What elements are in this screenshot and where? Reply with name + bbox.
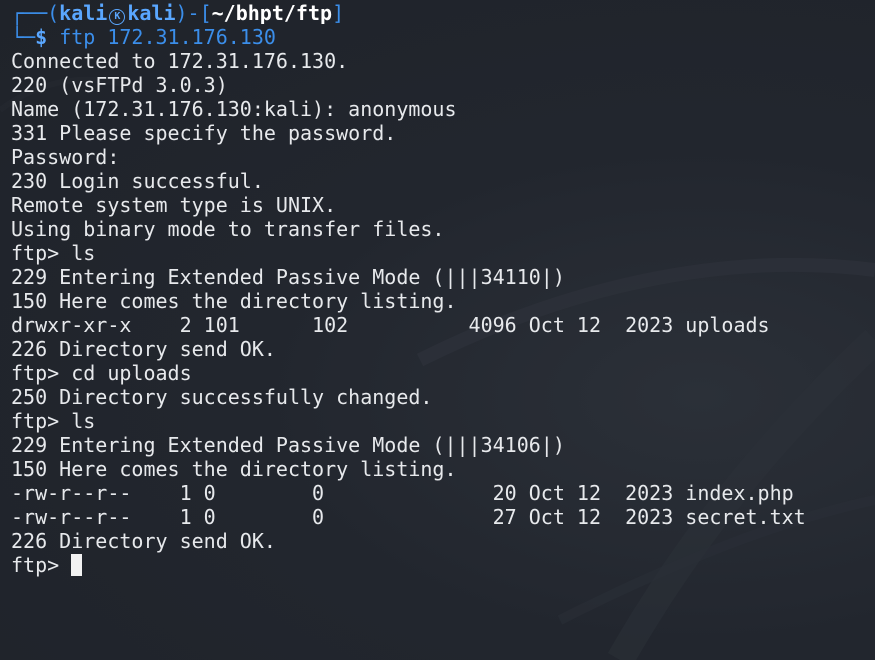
output-line: 229 Entering Extended Passive Mode (|||3…: [11, 265, 565, 289]
output-line: Name (172.31.176.130:kali): anonymous: [11, 97, 457, 121]
output-line: 229 Entering Extended Passive Mode (|||3…: [11, 433, 565, 457]
kali-dragon-icon: K: [109, 9, 126, 25]
prompt-box-bottom: └─: [11, 25, 36, 49]
current-prompt: ftp>: [11, 553, 72, 577]
prompt-bracket-close: ]: [332, 1, 345, 25]
prompt-user: kali: [59, 1, 108, 25]
output-line: 250 Directory successfully changed.: [11, 385, 433, 409]
output-line: 226 Directory send OK.: [11, 337, 276, 361]
terminal-output: ┌──(kali Kkali)-[~/bhpt/ftp] └─$ ftp 172.…: [11, 1, 875, 577]
prompt-command-line: └─$ ftp 172.31.176.130: [11, 25, 875, 49]
output-line: 331 Please specify the password.: [11, 121, 397, 145]
output-line: ftp> ls: [11, 241, 96, 265]
directory-listing-row: -rw-r--r-- 1 0 0 20 Oct 12 2023 index.ph…: [11, 481, 794, 505]
prompt-header-line: ┌──(kali Kkali)-[~/bhpt/ftp]: [11, 1, 875, 25]
output-line: Connected to 172.31.176.130.: [11, 49, 349, 73]
output-line: 220 (vsFTPd 3.0.3): [11, 73, 228, 97]
output-line: ftp> cd uploads: [11, 361, 192, 385]
terminal-window[interactable]: ┌──(kali Kkali)-[~/bhpt/ftp] └─$ ftp 172.…: [0, 0, 875, 660]
output-line: Using binary mode to transfer files.: [11, 217, 445, 241]
prompt-box-top: ┌──(: [11, 1, 60, 25]
directory-listing-row: drwxr-xr-x 2 101 102 4096 Oct 12 2023 up…: [11, 313, 770, 337]
directory-listing-row: -rw-r--r-- 1 0 0 27 Oct 12 2023 secret.t…: [11, 505, 806, 529]
output-line: Remote system type is UNIX.: [11, 193, 337, 217]
prompt-host: kali: [127, 1, 176, 25]
prompt-dollar: $: [35, 25, 60, 49]
prompt-bracket-open: )-[: [175, 1, 212, 25]
prompt-path: ~/bhpt/ftp: [211, 1, 333, 25]
prompt-command: ftp 172.31.176.130: [59, 25, 276, 49]
output-line: ftp> ls: [11, 409, 96, 433]
output-line: Password:: [11, 145, 120, 169]
text-cursor[interactable]: [71, 554, 83, 576]
output-line: 230 Login successful.: [11, 169, 264, 193]
current-prompt-line[interactable]: ftp>: [11, 553, 875, 577]
output-line: 150 Here comes the directory listing.: [11, 457, 457, 481]
output-line: 226 Directory send OK.: [11, 529, 276, 553]
output-line: 150 Here comes the directory listing.: [11, 289, 457, 313]
